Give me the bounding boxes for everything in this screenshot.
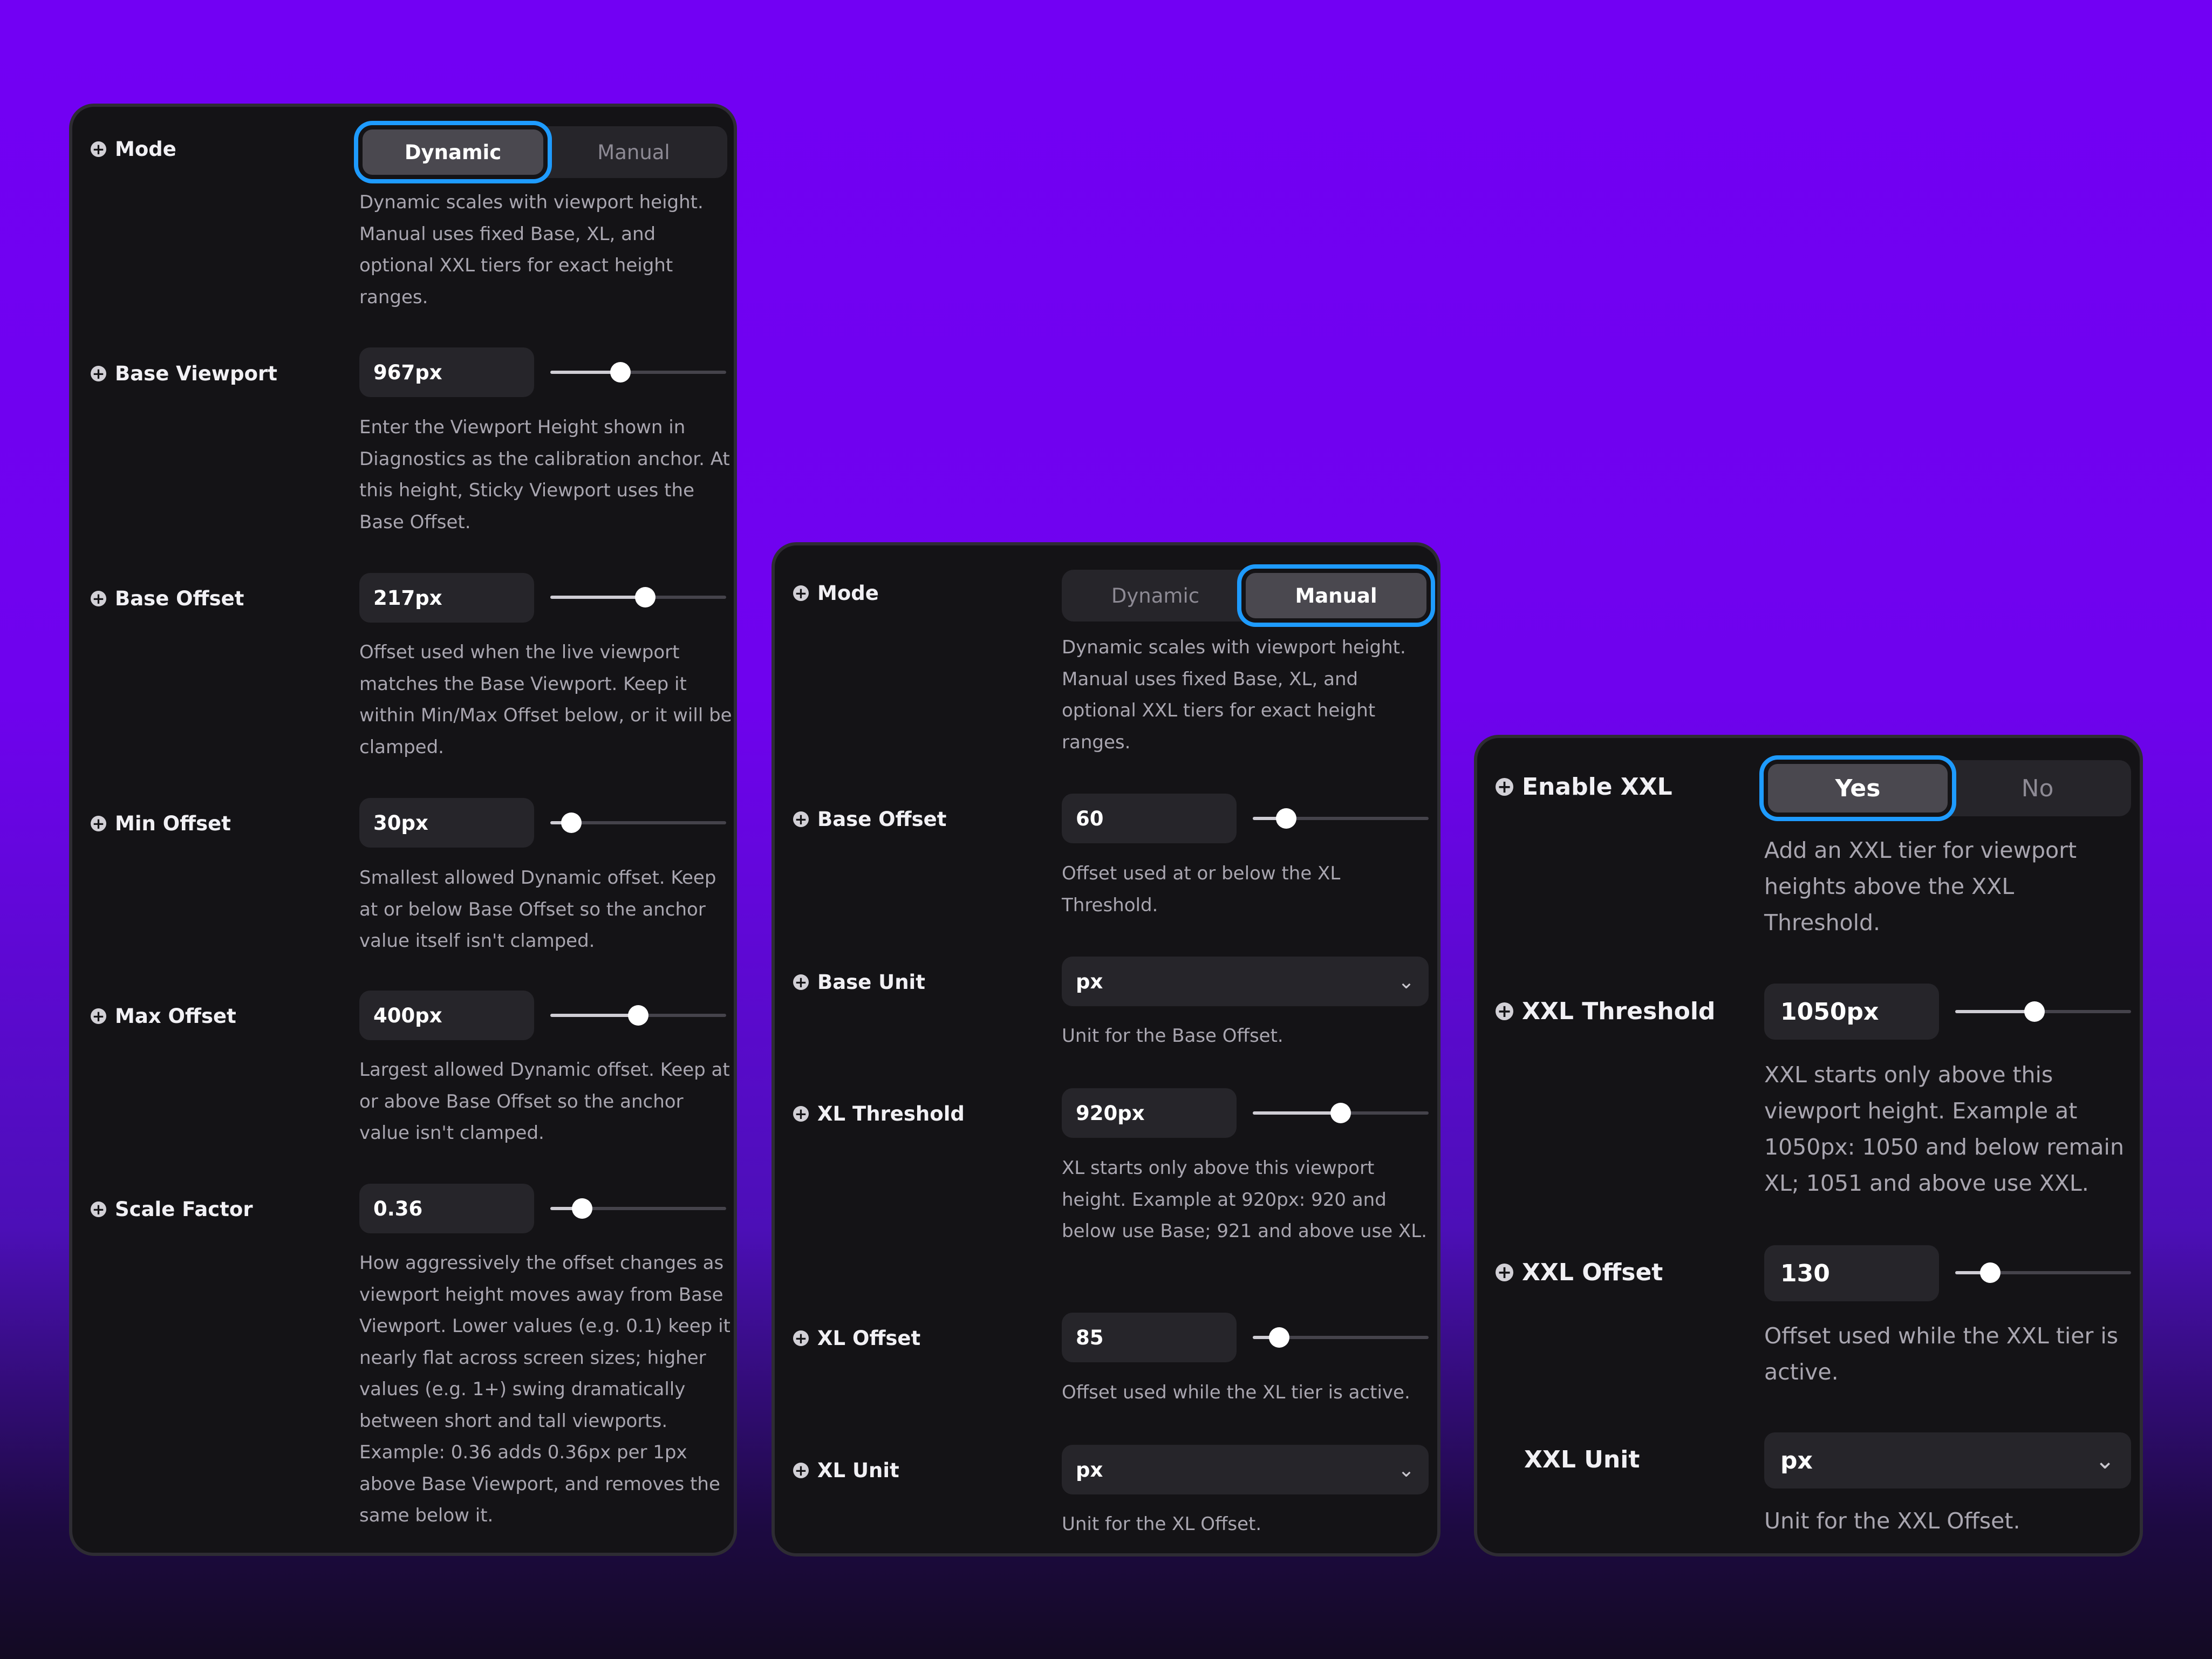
xl-threshold-slider[interactable] xyxy=(1253,1097,1429,1129)
base-offset-slider[interactable] xyxy=(1253,802,1429,835)
plus-circle-icon: + xyxy=(793,1330,809,1346)
base-offset-label: + Base Offset xyxy=(91,587,244,610)
xl-offset-input[interactable]: 85 xyxy=(1062,1313,1237,1362)
plus-circle-icon: + xyxy=(1496,1002,1513,1020)
xxl-unit-select[interactable]: px ⌄ xyxy=(1764,1432,2131,1489)
plus-circle-icon: + xyxy=(1496,1264,1513,1281)
mode-option-manual[interactable]: Manual xyxy=(1246,573,1426,618)
plus-circle-icon: + xyxy=(91,366,106,381)
base-offset-slider[interactable] xyxy=(550,581,726,613)
xl-unit-value: px xyxy=(1076,1458,1103,1482)
enable-xxl-option-no[interactable]: No xyxy=(1948,764,2127,813)
slider-thumb[interactable] xyxy=(561,813,582,833)
enable-xxl-segmented-control[interactable]: Yes No xyxy=(1764,760,2131,816)
slider-thumb[interactable] xyxy=(628,1005,648,1026)
xxl-unit-value: px xyxy=(1780,1446,1813,1474)
slider-thumb[interactable] xyxy=(635,587,656,607)
mode-segmented-control[interactable]: Dynamic Manual xyxy=(359,126,727,178)
plus-circle-icon: + xyxy=(91,816,106,831)
slider-thumb[interactable] xyxy=(1275,808,1296,829)
chevron-down-icon: ⌄ xyxy=(1397,970,1415,993)
max-offset-description: Largest allowed Dynamic offset. Keep at … xyxy=(359,1059,730,1144)
scale-factor-description: How aggressively the offset changes as v… xyxy=(359,1252,730,1526)
xl-offset-label: + XL Offset xyxy=(793,1327,920,1350)
base-offset-label: + Base Offset xyxy=(793,808,946,831)
base-unit-description: Unit for the Base Offset. xyxy=(1062,1025,1283,1047)
enable-xxl-option-yes[interactable]: Yes xyxy=(1768,764,1948,813)
mode-description: Dynamic scales with viewport height. Man… xyxy=(359,192,704,308)
mode-description: Dynamic scales with viewport height. Man… xyxy=(1062,637,1406,753)
slider-thumb[interactable] xyxy=(1268,1327,1289,1348)
plus-circle-icon: + xyxy=(91,1008,106,1024)
xl-threshold-input[interactable]: 920px xyxy=(1062,1088,1237,1138)
base-offset-description: Offset used when the live viewport match… xyxy=(359,641,732,758)
enable-xxl-description: Add an XXL tier for viewport heights abo… xyxy=(1764,837,2077,936)
base-offset-description: Offset used at or below the XL Threshold… xyxy=(1062,863,1341,916)
slider-thumb[interactable] xyxy=(1980,1262,2001,1283)
plus-circle-icon: + xyxy=(91,141,106,157)
base-unit-label: + Base Unit xyxy=(793,971,925,994)
base-viewport-label: + Base Viewport xyxy=(91,362,277,385)
mode-option-manual[interactable]: Manual xyxy=(543,129,724,175)
xl-unit-description: Unit for the XL Offset. xyxy=(1062,1513,1262,1535)
xxl-offset-label: + XXL Offset xyxy=(1496,1259,1663,1286)
xxl-offset-description: Offset used while the XXL tier is active… xyxy=(1764,1323,2119,1385)
base-viewport-input[interactable]: 967px xyxy=(359,347,534,397)
base-unit-select[interactable]: px ⌄ xyxy=(1062,957,1429,1006)
chevron-down-icon: ⌄ xyxy=(1397,1458,1415,1482)
base-offset-input[interactable]: 60 xyxy=(1062,794,1237,843)
xl-threshold-label: + XL Threshold xyxy=(793,1102,965,1125)
min-offset-slider[interactable] xyxy=(550,807,726,839)
min-offset-label: + Min Offset xyxy=(91,812,231,835)
slider-thumb[interactable] xyxy=(610,362,631,383)
min-offset-description: Smallest allowed Dynamic offset. Keep at… xyxy=(359,867,716,952)
xl-offset-description: Offset used while the XL tier is active. xyxy=(1062,1382,1410,1403)
xl-threshold-description: XL starts only above this viewport heigh… xyxy=(1062,1157,1427,1242)
mode-label: + Mode xyxy=(91,138,176,161)
slider-thumb[interactable] xyxy=(571,1198,592,1219)
xxl-unit-label: XXL Unit xyxy=(1524,1446,1640,1473)
plus-circle-icon: + xyxy=(793,974,809,990)
xxl-threshold-input[interactable]: 1050px xyxy=(1764,984,1939,1040)
xxl-threshold-description: XXL starts only above this viewport heig… xyxy=(1764,1062,2124,1196)
xxl-threshold-slider[interactable] xyxy=(1955,995,2131,1028)
xxl-settings-panel: + Enable XXL Yes No Add an XXL tier for … xyxy=(1474,735,2143,1556)
plus-circle-icon: + xyxy=(91,591,106,606)
mode-label: + Mode xyxy=(793,582,879,605)
base-unit-value: px xyxy=(1076,970,1103,993)
scale-factor-input[interactable]: 0.36 xyxy=(359,1184,534,1233)
xl-unit-select[interactable]: px ⌄ xyxy=(1062,1445,1429,1494)
manual-settings-panel: + Mode Dynamic Manual Dynamic scales wit… xyxy=(772,542,1440,1556)
mode-option-dynamic[interactable]: Dynamic xyxy=(363,129,543,175)
xl-unit-label: + XL Unit xyxy=(793,1459,899,1482)
dynamic-settings-panel: + Mode Dynamic Manual Dynamic scales wit… xyxy=(69,104,737,1556)
max-offset-slider[interactable] xyxy=(550,999,726,1032)
plus-circle-icon: + xyxy=(793,1463,809,1478)
scale-factor-label: + Scale Factor xyxy=(91,1198,253,1221)
xxl-threshold-label: + XXL Threshold xyxy=(1496,998,1715,1025)
slider-thumb[interactable] xyxy=(2024,1001,2045,1022)
enable-xxl-label: + Enable XXL xyxy=(1496,773,1672,801)
slider-thumb[interactable] xyxy=(1330,1103,1351,1123)
scale-factor-slider[interactable] xyxy=(550,1192,726,1225)
xxl-unit-description: Unit for the XXL Offset. xyxy=(1764,1508,2020,1534)
plus-circle-icon: + xyxy=(793,585,809,601)
mode-option-dynamic[interactable]: Dynamic xyxy=(1065,573,1246,618)
plus-circle-icon: + xyxy=(1496,778,1513,796)
min-offset-input[interactable]: 30px xyxy=(359,798,534,848)
max-offset-input[interactable]: 400px xyxy=(359,991,534,1040)
plus-circle-icon: + xyxy=(793,1106,809,1122)
xl-offset-slider[interactable] xyxy=(1253,1321,1429,1354)
base-offset-input[interactable]: 217px xyxy=(359,573,534,623)
mode-segmented-control[interactable]: Dynamic Manual xyxy=(1062,570,1430,622)
plus-circle-icon: + xyxy=(793,811,809,827)
xxl-offset-slider[interactable] xyxy=(1955,1257,2131,1289)
base-viewport-slider[interactable] xyxy=(550,356,726,388)
base-viewport-description: Enter the Viewport Height shown in Diagn… xyxy=(359,417,730,533)
xxl-offset-input[interactable]: 130 xyxy=(1764,1245,1939,1301)
max-offset-label: + Max Offset xyxy=(91,1005,236,1028)
plus-circle-icon: + xyxy=(91,1201,106,1217)
chevron-down-icon: ⌄ xyxy=(2095,1446,2115,1474)
